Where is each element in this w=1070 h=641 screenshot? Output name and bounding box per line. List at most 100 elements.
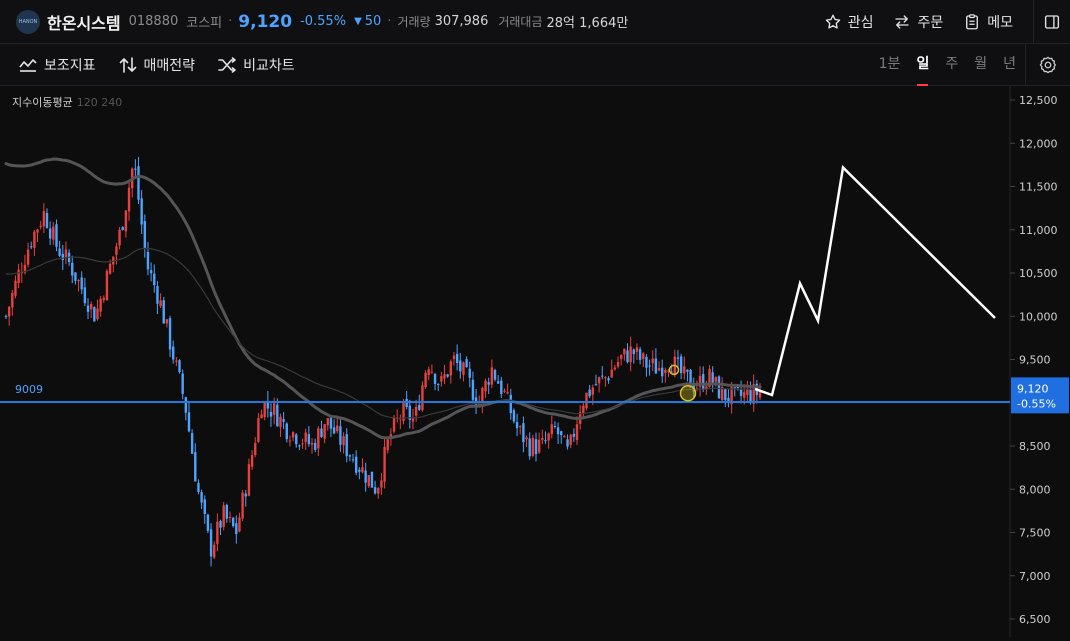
candle-body (743, 392, 746, 398)
candle-body (11, 292, 14, 308)
candle-body (556, 427, 560, 435)
compare-button[interactable]: 비교차트 (217, 55, 295, 75)
candle-body (93, 307, 96, 322)
candle-body (241, 492, 244, 519)
candle-body (209, 529, 213, 557)
stock-code: 018880 (128, 14, 179, 29)
memo-button[interactable]: 메모 (963, 12, 1013, 32)
chart-settings-button[interactable] (1025, 44, 1070, 86)
y-tick-label: 6,500 (1019, 613, 1051, 626)
candle-body (247, 464, 251, 496)
y-tick-label: 10,000 (1019, 310, 1058, 323)
candle-body (572, 433, 576, 437)
candle-body (231, 517, 235, 527)
candle-body (424, 372, 427, 387)
candle-body (361, 467, 364, 473)
candle-body (326, 418, 329, 426)
candle-body (118, 229, 121, 246)
candle-body (336, 425, 339, 432)
candle-body (610, 369, 613, 378)
period-tabs: 1분 일 주 월 년 (863, 44, 1016, 86)
candle-body (443, 374, 446, 379)
clipboard-icon (966, 14, 979, 30)
candle-body (686, 369, 689, 372)
ma-legend-periods: 120 240 (76, 96, 123, 109)
candle-body (537, 439, 541, 453)
candle-body (149, 270, 153, 274)
candle-body (4, 315, 8, 317)
indicators-button[interactable]: 보조지표 (18, 55, 96, 75)
candle-body (550, 424, 553, 435)
candle-body (525, 437, 528, 440)
candle-body (140, 198, 143, 225)
panel-toggle-button[interactable] (1033, 0, 1070, 44)
candle-body (102, 297, 105, 300)
indicators-label: 보조지표 (44, 57, 96, 74)
candle-body (307, 434, 311, 445)
tab-week[interactable]: 주 (945, 44, 958, 86)
candle-body (124, 210, 128, 232)
candle-body (487, 382, 490, 385)
order-button[interactable]: 주문 (893, 12, 943, 32)
up-down-icon (119, 56, 136, 73)
ma-legend-label: 지수이동평균 (12, 96, 73, 109)
candle-body (604, 377, 607, 379)
amount-label: 거래대금 (498, 15, 543, 29)
market-label: 코스피 (186, 16, 223, 31)
candle-body (635, 347, 639, 352)
candle-body (235, 523, 238, 534)
current-price-tag: 9,120 -0.55% (1011, 377, 1069, 414)
candle-body (534, 439, 538, 455)
candle-body (175, 360, 178, 362)
candle-body (168, 318, 172, 350)
price-chart[interactable]: 12,500 12,000 11,500 11,000 10,500 10,000 9,50… (0, 86, 1070, 637)
candle-body (203, 499, 206, 514)
chart-canvas[interactable]: 12,500 12,000 11,500 11,000 10,500 10,000 9,50… (0, 86, 1070, 637)
candle-body (512, 410, 516, 422)
candle-body (547, 433, 550, 441)
candle-body (165, 319, 169, 324)
tab-month[interactable]: 월 (974, 44, 987, 86)
y-tick-label: 9,500 (1019, 354, 1051, 367)
candle-body (317, 428, 320, 449)
candle-body (320, 428, 323, 438)
strategy-button[interactable]: 매매전략 (118, 55, 195, 75)
candle-body (455, 353, 459, 364)
candle-body (276, 404, 279, 427)
candle-body (683, 366, 686, 374)
candle-body (519, 426, 522, 428)
separator-dot: · (387, 14, 392, 29)
candle-body (380, 480, 383, 488)
candle-body (55, 224, 58, 247)
candle-body (250, 455, 254, 467)
candle-body (433, 373, 437, 385)
candle-body (190, 433, 194, 454)
candle-body (228, 516, 232, 518)
candle-body (30, 246, 33, 248)
candle-body (291, 432, 295, 438)
stock-name[interactable]: 한온시스템 (47, 10, 121, 34)
candle-body (257, 418, 260, 442)
candle-body (187, 412, 191, 432)
candle-body (225, 504, 229, 519)
candle-body (588, 389, 591, 397)
candle-body (506, 392, 509, 394)
candle-body (105, 270, 109, 301)
candle-body (638, 349, 642, 360)
candle-body (657, 368, 661, 371)
tab-day[interactable]: 일 (916, 44, 929, 86)
watch-button[interactable]: 관심 (824, 12, 873, 32)
top-bar: HANON 한온시스템 018880 코스피 · 9,120 -0.55% ▼ … (0, 0, 1070, 44)
candle-body (219, 521, 222, 528)
candle-body (304, 432, 307, 443)
candle-body (222, 505, 225, 527)
candle-body (484, 380, 487, 392)
candle-body (522, 423, 525, 443)
candle-body (26, 249, 30, 265)
tab-1min[interactable]: 1분 (879, 44, 901, 86)
candle-body (269, 411, 273, 417)
candle-body (616, 361, 620, 367)
candle-body (64, 249, 68, 258)
tab-year[interactable]: 년 (1003, 44, 1016, 86)
candle-body (159, 300, 162, 307)
